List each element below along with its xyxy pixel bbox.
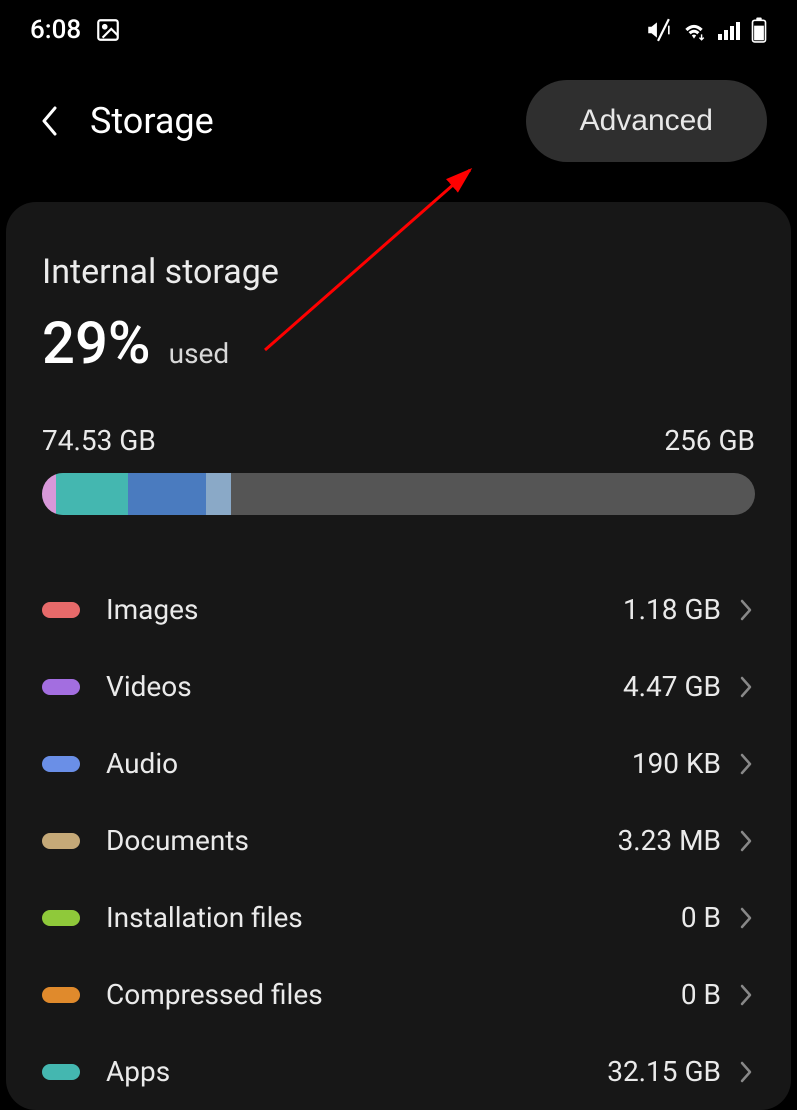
category-row[interactable]: Apps32.15 GB <box>42 1033 755 1110</box>
battery-icon <box>751 17 767 43</box>
signal-icon <box>717 19 741 41</box>
chevron-right-icon <box>737 673 755 701</box>
total-size: 256 GB <box>664 424 755 457</box>
category-color-icon <box>42 987 80 1003</box>
status-left: 6:08 <box>30 15 121 45</box>
wifi-icon <box>681 19 707 41</box>
progress-segment <box>42 473 56 515</box>
category-row[interactable]: Audio190 KB <box>42 725 755 802</box>
category-row[interactable]: Images1.18 GB <box>42 571 755 648</box>
category-size: 1.18 GB <box>623 593 721 626</box>
category-color-icon <box>42 833 80 849</box>
chevron-right-icon <box>737 827 755 855</box>
status-right <box>645 17 767 43</box>
category-size: 4.47 GB <box>623 670 721 703</box>
category-list: Images1.18 GBVideos4.47 GBAudio190 KBDoc… <box>42 571 755 1110</box>
progress-segment <box>56 473 127 515</box>
category-size: 3.23 MB <box>618 824 721 857</box>
used-size: 74.53 GB <box>42 424 156 457</box>
category-label: Compressed files <box>106 978 681 1011</box>
chevron-right-icon <box>737 596 755 624</box>
chevron-right-icon <box>737 750 755 778</box>
category-color-icon <box>42 679 80 695</box>
category-row[interactable]: Videos4.47 GB <box>42 648 755 725</box>
progress-segment <box>206 473 231 515</box>
advanced-button[interactable]: Advanced <box>526 80 767 162</box>
category-label: Videos <box>106 670 623 703</box>
category-size: 32.15 GB <box>607 1055 721 1088</box>
chevron-left-icon <box>40 104 60 138</box>
chevron-right-icon <box>737 904 755 932</box>
category-row[interactable]: Installation files0 B <box>42 879 755 956</box>
mute-vibrate-icon <box>645 17 671 43</box>
category-size: 0 B <box>681 978 721 1011</box>
usage-percent-row: 29% used <box>42 310 755 378</box>
category-row[interactable]: Compressed files0 B <box>42 956 755 1033</box>
category-label: Audio <box>106 747 632 780</box>
category-color-icon <box>42 1064 80 1080</box>
storage-title: Internal storage <box>42 252 755 292</box>
category-label: Documents <box>106 824 618 857</box>
progress-segment <box>128 473 206 515</box>
status-bar: 6:08 <box>0 0 797 60</box>
category-color-icon <box>42 756 80 772</box>
category-label: Images <box>106 593 623 626</box>
storage-card: Internal storage 29% used 74.53 GB 256 G… <box>6 202 791 1110</box>
header: Storage Advanced <box>0 60 797 202</box>
usage-label: used <box>169 337 230 370</box>
gallery-icon <box>95 17 121 43</box>
category-row[interactable]: Documents3.23 MB <box>42 802 755 879</box>
category-color-icon <box>42 602 80 618</box>
sizes-row: 74.53 GB 256 GB <box>42 424 755 457</box>
category-size: 190 KB <box>632 747 721 780</box>
back-button[interactable] <box>30 101 70 141</box>
usage-percent: 29% <box>42 310 151 378</box>
category-label: Apps <box>106 1055 607 1088</box>
chevron-right-icon <box>737 981 755 1009</box>
category-size: 0 B <box>681 901 721 934</box>
page-title: Storage <box>90 100 506 142</box>
category-label: Installation files <box>106 901 681 934</box>
status-time: 6:08 <box>30 15 81 45</box>
chevron-right-icon <box>737 1058 755 1086</box>
storage-progress-bar <box>42 473 755 515</box>
category-color-icon <box>42 910 80 926</box>
